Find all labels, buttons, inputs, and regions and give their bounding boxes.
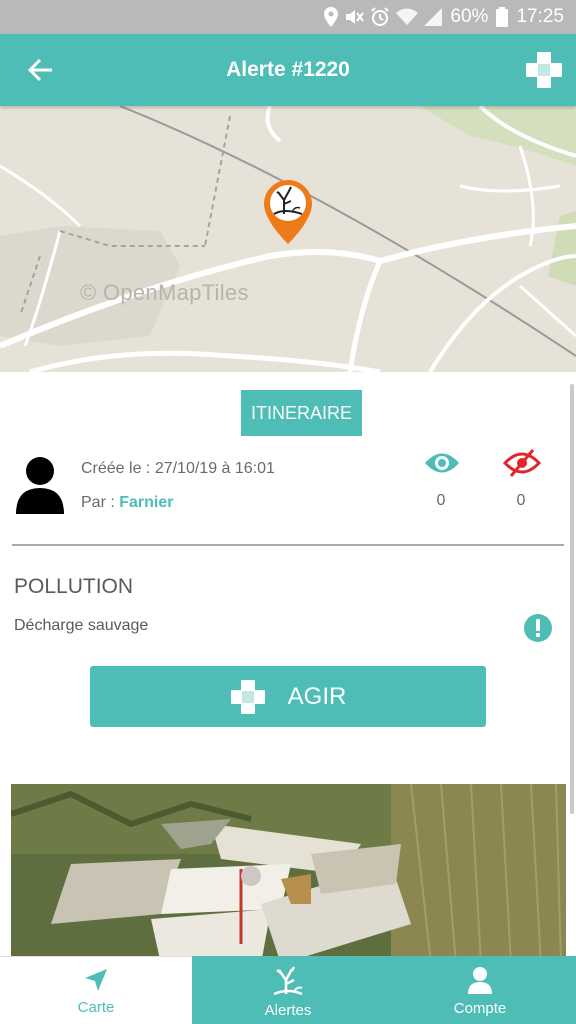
alert-detail-screen: 60% 17:25 Alerte #1220 © OpenMapTiles IT… [0, 0, 576, 1024]
battery-percent: 60% [450, 6, 489, 27]
user-avatar-icon [16, 457, 64, 514]
bottom-nav: Carte Alertes Compte [0, 956, 576, 1024]
cross-plus-icon [526, 52, 562, 88]
map-credit: © OpenMapTiles [80, 280, 249, 305]
status-bar: 60% 17:25 [0, 0, 576, 34]
tree-icon [273, 966, 303, 996]
mute-icon [346, 10, 365, 24]
nav-item-carte[interactable]: Carte [0, 956, 192, 1024]
cross-plus-icon [230, 679, 265, 714]
author-name[interactable]: Farnier [119, 494, 173, 511]
alert-photo[interactable] [11, 784, 566, 956]
author-row: Par : Farnier [81, 494, 173, 512]
app-bar: Alerte #1220 [0, 34, 576, 106]
wifi-icon [396, 8, 419, 25]
map-view[interactable]: © OpenMapTiles [0, 106, 576, 372]
alert-details: ITINERAIRE Créée le : 27/10/19 à 16:01 P… [0, 372, 576, 956]
eye-icon[interactable] [424, 450, 460, 476]
arrow-back-icon [27, 58, 52, 82]
back-button[interactable] [20, 52, 60, 88]
user-icon [468, 967, 492, 994]
act-button[interactable]: AGIR [90, 666, 486, 727]
eye-off-icon[interactable] [503, 448, 541, 478]
alert-subcategory: Décharge sauvage [14, 617, 149, 634]
route-button[interactable]: ITINERAIRE [241, 390, 362, 436]
location-icon [324, 7, 339, 27]
page-title: Alerte #1220 [226, 58, 350, 81]
nav-item-compte[interactable]: Compte [384, 956, 576, 1024]
alert-category: POLLUTION [14, 575, 134, 598]
seen-count: 0 [436, 492, 446, 509]
status-time: 17:25 [516, 6, 564, 27]
alarm-icon [371, 7, 390, 26]
unseen-count: 0 [516, 492, 526, 509]
nav-label-carte: Carte [77, 999, 115, 1016]
warning-icon[interactable] [523, 613, 553, 643]
navigation-arrow-icon [85, 969, 107, 991]
act-button-label: AGIR [287, 682, 347, 710]
status-icons [324, 7, 443, 27]
nav-label-compte: Compte [453, 1000, 507, 1017]
nav-item-alertes[interactable]: Alertes [192, 956, 384, 1024]
scrollbar[interactable] [570, 384, 574, 814]
divider [12, 544, 564, 546]
signal-icon [424, 8, 443, 26]
battery-icon [496, 7, 509, 27]
act-header-button[interactable] [522, 48, 566, 92]
pollution-tree-marker-icon[interactable] [262, 178, 314, 246]
created-date: Créée le : 27/10/19 à 16:01 [81, 460, 275, 477]
author-prefix: Par : [81, 494, 120, 511]
nav-label-alertes: Alertes [264, 1002, 312, 1019]
